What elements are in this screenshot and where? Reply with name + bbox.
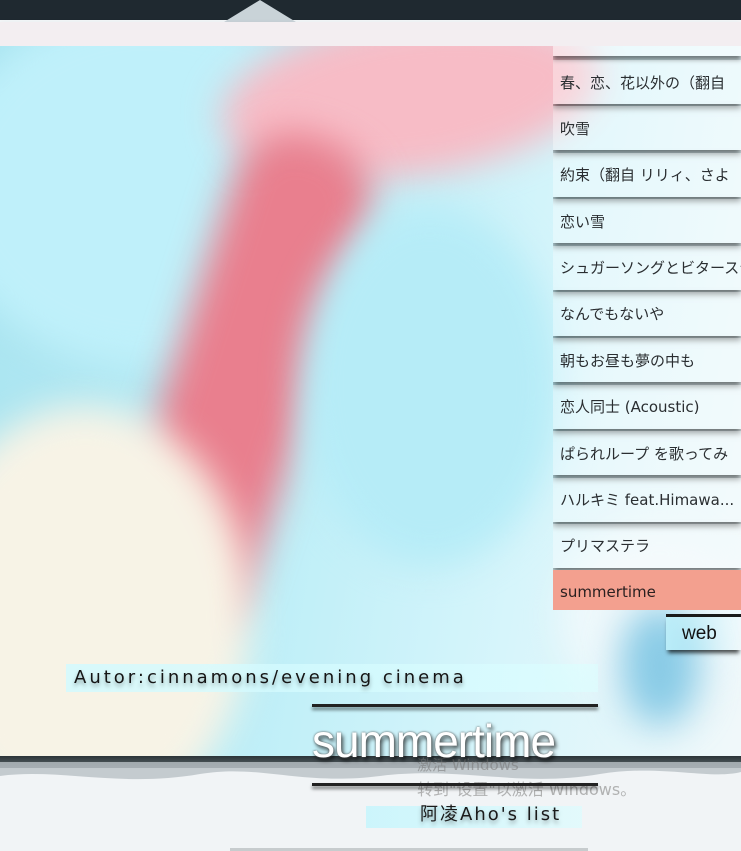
playlist-top-edge <box>553 46 741 56</box>
playlist-item[interactable]: プリマステラ <box>553 523 741 568</box>
playlist-item[interactable]: 朝もお昼も夢の中も <box>553 338 741 383</box>
playlist-item[interactable]: 約束（翻自 リリィ、さよ <box>553 152 741 197</box>
title-bottom-rule <box>312 783 598 786</box>
header-strip <box>0 22 741 46</box>
playlist-name: 阿凌Aho's list <box>366 806 582 828</box>
song-title: summertime <box>312 715 556 767</box>
web-button[interactable]: web <box>666 614 741 650</box>
playlist-item[interactable]: なんでもないや <box>553 291 741 336</box>
playlist-item[interactable]: 恋い雪 <box>553 199 741 244</box>
playlist-item[interactable]: 恋人同士 (Acoustic) <box>553 384 741 429</box>
playlist: 春、恋、花以外の（翻自 吹雪 約束（翻自 リリィ、さよ 恋い雪 シュガーソングと… <box>553 46 741 610</box>
playlist-item[interactable]: 春、恋、花以外の（翻自 <box>553 60 741 104</box>
playlist-item[interactable]: 吹雪 <box>553 106 741 151</box>
playlist-item-active[interactable]: summertime <box>553 570 741 610</box>
song-author: Autor:cinnamons/evening cinema <box>66 664 598 692</box>
activation-watermark-text: 转到"设置"以激活 Windows。 <box>417 780 637 799</box>
top-bar <box>0 0 741 20</box>
playlist-item[interactable]: ハルキミ feat.Himawa... <box>553 477 741 522</box>
playlist-item[interactable]: ぱられループ を歌ってみ <box>553 431 741 476</box>
playlist-item[interactable]: シュガーソングとビターステ <box>553 245 741 290</box>
title-top-rule <box>312 704 598 707</box>
collapse-arrow-icon[interactable] <box>224 0 296 22</box>
